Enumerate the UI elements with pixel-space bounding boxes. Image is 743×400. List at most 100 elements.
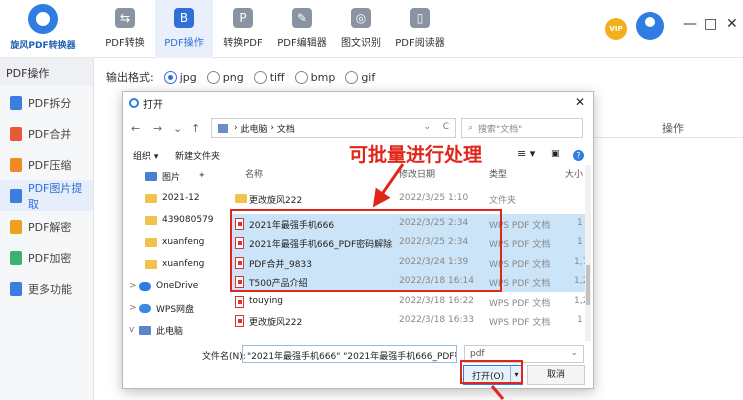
expand-chevron-icon[interactable]: >: [129, 303, 139, 313]
dialog-titlebar: 打开: [123, 92, 593, 114]
reader-icon: ▯: [410, 8, 430, 28]
address-bar[interactable]: › 此电脑 › 文档 ⌄ C: [211, 118, 456, 138]
tree-item-pictures[interactable]: 图片 ✦: [123, 165, 223, 187]
column-header-date[interactable]: 修改日期: [399, 167, 435, 180]
dialog-close-button[interactable]: ✕: [575, 95, 585, 109]
tree-item-folder[interactable]: xuanfeng: [123, 253, 223, 275]
tree-item-folder[interactable]: 2021-12: [123, 187, 223, 209]
tree-item-wps-drive[interactable]: > WPS网盘: [123, 297, 223, 319]
pdf-doc-icon: B: [174, 8, 194, 28]
more-icon: [10, 281, 22, 296]
nav-pdf-operate[interactable]: B PDF操作: [155, 0, 213, 58]
radio-bmp[interactable]: [294, 70, 308, 84]
nav-pdf-editor[interactable]: ✎ PDF编辑器: [273, 0, 331, 58]
selection-highlight-box: [230, 209, 502, 292]
file-list-scrollbar[interactable]: [585, 165, 591, 341]
radio-jpg[interactable]: [163, 70, 177, 84]
sidebar-item-image-extract[interactable]: PDF图片提取: [0, 180, 93, 211]
collapse-chevron-icon[interactable]: v: [129, 325, 139, 335]
cancel-button[interactable]: 取消: [527, 365, 585, 385]
column-header-size[interactable]: 大小: [565, 167, 583, 180]
main-nav: ⇆ PDF转换 B PDF操作 P 转换PDF ✎ PDF编辑器 ◎ 图文识别 …: [96, 0, 450, 58]
column-header-type[interactable]: 类型: [489, 167, 507, 180]
file-date: 2022/3/18 16:22: [399, 295, 474, 306]
annotation-text: 可批量进行处理: [349, 144, 483, 166]
logo-text: 旋风PDF转换器: [10, 41, 76, 51]
tree-label: xuanfeng: [162, 259, 205, 269]
address-row: ← → ⌄ ↑ › 此电脑 › 文档 ⌄ C ⌕ 搜索"文档": [123, 118, 593, 140]
recent-dropdown[interactable]: ⌄: [173, 122, 182, 135]
breadcrumb-this-pc[interactable]: 此电脑: [240, 122, 267, 135]
navigation-tree: 图片 ✦ 2021-12 439080579 xuanfeng xuanfeng…: [123, 165, 223, 341]
organize-button[interactable]: 组织 ▾: [133, 149, 158, 162]
file-row-partial[interactable]: [231, 181, 585, 189]
tree-label: 图片: [162, 172, 181, 183]
sidebar-item-merge[interactable]: PDF合并: [0, 118, 93, 149]
tree-label: WPS网盘: [156, 304, 195, 315]
sidebar-item-label: PDF加密: [28, 251, 72, 265]
sidebar-item-encrypt[interactable]: PDF加密: [0, 242, 93, 273]
pdf-file-icon: [235, 315, 244, 327]
search-input[interactable]: ⌕ 搜索"文档": [461, 118, 583, 138]
nav-label: PDF转换: [105, 38, 145, 49]
vip-badge[interactable]: VIP: [605, 18, 627, 40]
refresh-icon[interactable]: C: [443, 122, 449, 132]
nav-pdf-convert[interactable]: ⇆ PDF转换: [96, 0, 154, 58]
radio-label: png: [222, 70, 244, 84]
app-header: 旋风PDF转换器 ⇆ PDF转换 B PDF操作 P 转换PDF ✎ PDF编辑…: [0, 0, 743, 58]
address-dropdown-icon[interactable]: ⌄: [423, 122, 431, 132]
maximize-button[interactable]: □: [704, 16, 717, 32]
nav-convert-to-pdf[interactable]: P 转换PDF: [214, 0, 272, 58]
file-row[interactable]: touying 2022/3/18 16:22 WPS PDF 文档 1,2: [231, 292, 585, 312]
sidebar-item-label: 更多功能: [28, 282, 72, 296]
file-row[interactable]: 更改旋风222 2022/3/25 1:10 文件夹: [231, 189, 585, 209]
filename-input[interactable]: "2021年最强手机666" "2021年最强手机666_PDF密码解除": [242, 345, 457, 363]
sidebar-item-label: PDF拆分: [28, 96, 72, 110]
edit-icon: ✎: [292, 8, 312, 28]
tree-item-folder[interactable]: 439080579: [123, 209, 223, 231]
pin-icon: ✦: [198, 171, 206, 181]
breadcrumb-sep: ›: [267, 123, 277, 133]
file-date: 2022/3/25 1:10: [399, 193, 469, 203]
sidebar-item-split[interactable]: PDF拆分: [0, 87, 93, 118]
folder-icon: [235, 194, 247, 203]
sidebar-item-compress[interactable]: PDF压缩: [0, 149, 93, 180]
format-label: 输出格式:: [106, 71, 154, 84]
tree-item-this-pc[interactable]: v 此电脑: [123, 319, 223, 341]
nav-label: PDF编辑器: [277, 38, 327, 49]
column-header-name[interactable]: 名称: [245, 167, 263, 180]
sidebar-item-decrypt[interactable]: PDF解密: [0, 211, 93, 242]
file-row[interactable]: 更改旋风222 2022/3/18 16:33 WPS PDF 文档 1: [231, 311, 585, 331]
radio-gif[interactable]: [345, 70, 359, 84]
back-button[interactable]: ←: [131, 122, 140, 135]
view-menu-icon[interactable]: ≡ ▾: [517, 147, 535, 160]
preview-pane-icon[interactable]: ▣: [551, 149, 560, 159]
up-button[interactable]: ↑: [191, 122, 200, 135]
sidebar-item-more[interactable]: 更多功能: [0, 273, 93, 304]
dialog-title: 打开: [143, 99, 163, 111]
computer-icon: [218, 123, 228, 133]
radio-png[interactable]: [206, 70, 220, 84]
output-format-group: 输出格式: jpg png tiff bmp gif: [106, 69, 375, 85]
expand-chevron-icon[interactable]: >: [129, 281, 139, 291]
pdf-to-icon: P: [233, 8, 253, 28]
minimize-button[interactable]: —: [683, 16, 697, 32]
scrollbar-thumb[interactable]: [586, 265, 590, 305]
close-button[interactable]: ✕: [726, 16, 738, 32]
radio-tiff[interactable]: [253, 70, 267, 84]
nav-ocr[interactable]: ◎ 图文识别: [332, 0, 390, 58]
search-placeholder: 搜索"文档": [478, 124, 523, 135]
new-folder-button[interactable]: 新建文件夹: [175, 149, 220, 162]
forward-button[interactable]: →: [153, 122, 162, 135]
file-list-header: 名称 修改日期 类型 大小: [231, 165, 585, 181]
pdf-file-icon: [235, 295, 244, 308]
sidebar-item-label: PDF合并: [28, 127, 72, 141]
help-icon[interactable]: ?: [573, 150, 584, 161]
file-name: 更改旋风222: [249, 196, 303, 206]
nav-pdf-reader[interactable]: ▯ PDF阅读器: [391, 0, 449, 58]
avatar[interactable]: [636, 12, 664, 40]
tree-item-folder[interactable]: xuanfeng: [123, 231, 223, 253]
computer-icon: [139, 325, 151, 335]
breadcrumb-documents[interactable]: 文档: [277, 122, 295, 135]
tree-item-onedrive[interactable]: > OneDrive: [123, 275, 223, 297]
